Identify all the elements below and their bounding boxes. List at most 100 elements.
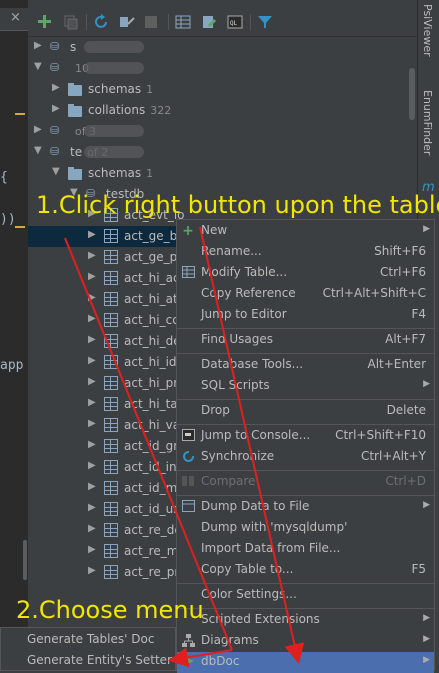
node-count: 1 [146,167,154,180]
collapsed-arrow-icon[interactable]: ▶ [88,229,96,240]
menu-item-jump-to-editor[interactable]: Jump to Editor F4 [177,305,434,326]
menu-item-label: Jump to Editor [201,307,287,321]
collapsed-arrow-icon[interactable]: ▶ [52,103,60,114]
data-source-properties-icon[interactable] [118,13,136,31]
node-name: act_hi_pr [124,376,179,390]
menu-item-label: Copy Table to... [201,562,294,576]
menu-item-dbdoc[interactable]: dbDoc ▶ [177,652,434,673]
folder-node[interactable]: ▼ schemas 1 [28,163,417,184]
collapsed-arrow-icon[interactable]: ▶ [88,313,96,324]
collapsed-arrow-icon[interactable]: ▶ [88,271,96,282]
menu-separator [177,470,434,471]
tool-window-enumfinder[interactable]: EnumFinder [421,90,434,155]
menu-item-dump-with-mysqldump[interactable]: Dump with 'mysqldump' [177,518,434,539]
table-icon [181,266,195,280]
schema-node[interactable]: ▼⛁teof 2 [28,142,417,163]
menu-item-label: Color Settings... [201,587,297,601]
menu-item-sql-scripts[interactable]: SQL Scripts ▶ [177,376,434,397]
tree-node-label: act_id_us [124,502,179,516]
collapsed-arrow-icon[interactable]: ▶ [88,565,96,576]
collapsed-arrow-icon[interactable]: ▶ [88,481,96,492]
collapsed-arrow-icon[interactable]: ▶ [34,124,42,135]
close-icon[interactable]: × [10,10,21,25]
console-icon [181,429,195,443]
console-icon[interactable]: QL [226,13,244,31]
folder-icon [68,83,82,96]
node-name: schemas [88,82,142,96]
menu-item-new[interactable]: + New ▶ [177,221,434,242]
stop-icon[interactable] [142,13,160,31]
menu-separator [177,399,434,400]
code-fragment: { [0,170,8,185]
schema-node[interactable]: ▼ ⛁ 10 [28,58,417,79]
tree-node-label: act_hi_co [124,313,180,327]
folder-node[interactable]: ▶ collations 322 [28,100,417,121]
menu-item-label: Scripted Extensions [201,612,320,626]
duplicate-icon[interactable] [62,13,80,31]
add-icon[interactable] [36,13,54,31]
collapsed-arrow-icon[interactable]: ▶ [88,397,96,408]
node-count: 1 [146,83,154,96]
refresh-icon[interactable] [92,13,110,31]
collapsed-arrow-icon[interactable]: ▶ [88,502,96,513]
tree-node-label: s [70,40,76,54]
submenu-arrow-icon: ▶ [423,224,430,234]
collapsed-arrow-icon[interactable]: ▶ [88,523,96,534]
table-icon [104,313,118,327]
submenu-arrow-icon: ▶ [423,613,430,623]
menu-item-dump-data-to-file[interactable]: Dump Data to File ▶ [177,497,434,518]
collapsed-arrow-icon[interactable]: ▶ [88,334,96,345]
menu-separator [177,353,434,354]
menu-item-copy-reference[interactable]: Copy Reference Ctrl+Alt+Shift+C [177,284,434,305]
menu-item-color-settings[interactable]: Color Settings... [177,585,434,606]
schema-node[interactable]: ▶⛁of 3 [28,121,417,142]
tool-window-psiviewer[interactable]: PsiViewer [421,4,434,57]
collapsed-arrow-icon[interactable]: ▶ [88,250,96,261]
menu-item-generate-tables-doc[interactable]: Generate Tables' Doc [1,629,175,650]
menu-item-find-usages[interactable]: Find Usages Alt+F7 [177,330,434,351]
menu-item-copy-table-to[interactable]: Copy Table to... F5 [177,560,434,581]
collapsed-arrow-icon[interactable]: ▶ [88,292,96,303]
collapsed-arrow-icon[interactable]: ▶ [34,40,42,51]
node-name: act_id_us [124,502,180,516]
menu-item-label: Database Tools... [201,357,304,371]
menu-item-modify-table[interactable]: Modify Table... Ctrl+F6 [177,263,434,284]
collapsed-arrow-icon[interactable]: ▶ [88,376,96,387]
node-name: act_ge_b [124,229,178,243]
menu-item-jump-to-console[interactable]: Jump to Console... Ctrl+Shift+F10 [177,426,434,447]
menu-item-synchronize[interactable]: Synchronize Ctrl+Alt+Y [177,447,434,468]
menu-item-scripted-extensions[interactable]: Scripted Extensions ▶ [177,610,434,631]
menu-item-generate-entity-setter[interactable]: Generate Entity's Setter [1,650,175,671]
tree-node-label: act_hi_va [124,418,180,432]
tree-node-label: act_ge_b [124,229,177,243]
menu-item-label: Generate Entity's Setter [27,653,172,667]
table-view-icon[interactable] [174,13,192,31]
collapsed-arrow-icon[interactable]: ▶ [52,82,60,93]
collapsed-arrow-icon[interactable]: ▶ [88,544,96,555]
menu-item-drop[interactable]: Drop Delete [177,401,434,422]
expanded-arrow-icon[interactable]: ▼ [34,61,42,72]
menu-item-import-data-from-file[interactable]: Import Data from File... [177,539,434,560]
node-name: act_hi_ac [124,271,180,285]
expanded-arrow-icon[interactable]: ▼ [52,166,60,177]
toolbar-divider [250,14,251,30]
collapsed-arrow-icon[interactable]: ▶ [88,439,96,450]
expanded-arrow-icon[interactable]: ▼ [34,145,42,156]
database-icon: ⛁ [50,124,60,137]
filter-icon[interactable] [256,13,274,31]
editor-scrollbar[interactable] [23,540,27,580]
editor-tab[interactable]: × [0,8,28,31]
menu-separator [177,495,434,496]
tree-scrollbar[interactable] [409,68,415,120]
menu-item-diagrams[interactable]: Diagrams ▶ [177,631,434,652]
edit-source-icon[interactable] [200,13,218,31]
collapsed-arrow-icon[interactable]: ▶ [88,355,96,366]
menu-item-database-tools[interactable]: Database Tools... Alt+Enter [177,355,434,376]
collapsed-arrow-icon[interactable]: ▶ [88,460,96,471]
collapsed-arrow-icon[interactable]: ▶ [88,418,96,429]
menu-item-label: Rename... [201,244,262,258]
code-fragment: app [0,358,24,373]
menu-item-rename[interactable]: Rename... Shift+F6 [177,242,434,263]
folder-node[interactable]: ▶ schemas 1 [28,79,417,100]
schema-node[interactable]: ▶ ⛁ s [28,37,417,58]
